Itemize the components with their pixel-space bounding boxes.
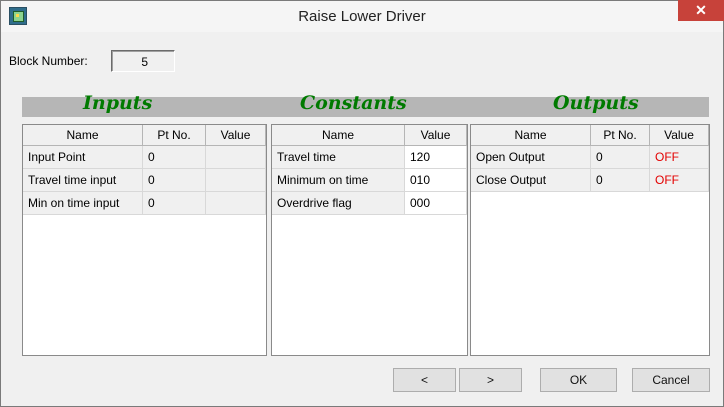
outputs-table: Name Pt No. Value Open Output 0 OFF Clos… (470, 124, 710, 356)
close-button[interactable]: ✕ (678, 0, 724, 21)
outputs-section-title: Outputs (553, 92, 639, 114)
inputs-row-pt[interactable]: 0 (143, 146, 206, 169)
outputs-row-pt[interactable]: 0 (591, 146, 650, 169)
constants-row-name: Overdrive flag (272, 192, 405, 215)
outputs-row-value: OFF (650, 169, 709, 192)
inputs-row-value (206, 169, 266, 192)
outputs-header-name[interactable]: Name (471, 125, 591, 146)
inputs-row-name[interactable]: Min on time input (23, 192, 143, 215)
title-bar[interactable]: Raise Lower Driver ✕ (1, 0, 724, 32)
inputs-section-title: Inputs (83, 92, 153, 114)
outputs-header-ptno[interactable]: Pt No. (591, 125, 650, 146)
inputs-header-name[interactable]: Name (23, 125, 143, 146)
previous-button[interactable]: < (393, 368, 456, 392)
cancel-button[interactable]: Cancel (632, 368, 710, 392)
constants-row-name: Travel time (272, 146, 405, 169)
outputs-row-name[interactable]: Close Output (471, 169, 591, 192)
constants-row-value-input[interactable]: 010 (405, 169, 467, 192)
ok-button[interactable]: OK (540, 368, 617, 392)
next-button[interactable]: > (459, 368, 522, 392)
inputs-header-value[interactable]: Value (206, 125, 266, 146)
block-number-value: 5 (141, 55, 148, 69)
inputs-row-name[interactable]: Input Point (23, 146, 143, 169)
outputs-header-value[interactable]: Value (650, 125, 709, 146)
constants-section-title: Constants (300, 92, 407, 114)
outputs-row-name[interactable]: Open Output (471, 146, 591, 169)
outputs-row-pt[interactable]: 0 (591, 169, 650, 192)
outputs-row-value: OFF (650, 146, 709, 169)
constants-row-value-input[interactable]: 120 (405, 146, 467, 169)
window-title: Raise Lower Driver (298, 8, 426, 25)
inputs-table: Name Pt No. Value Input Point 0 Travel t… (22, 124, 267, 356)
inputs-row-value (206, 146, 266, 169)
block-number-field: 5 (111, 50, 175, 72)
constants-table: Name Value Travel time 120 Minimum on ti… (271, 124, 468, 356)
dialog-window: Raise Lower Driver ✕ Block Number: 5 Inp… (0, 0, 724, 407)
constants-row-value-input[interactable]: 000 (405, 192, 467, 215)
inputs-row-name[interactable]: Travel time input (23, 169, 143, 192)
section-header-band: Inputs Constants Outputs (22, 92, 709, 117)
inputs-row-pt[interactable]: 0 (143, 169, 206, 192)
constants-row-name: Minimum on time (272, 169, 405, 192)
inputs-row-pt[interactable]: 0 (143, 192, 206, 215)
constants-header-name[interactable]: Name (272, 125, 405, 146)
inputs-header-ptno[interactable]: Pt No. (143, 125, 206, 146)
constants-header-value[interactable]: Value (405, 125, 467, 146)
block-number-label: Block Number: (9, 54, 88, 68)
inputs-row-value (206, 192, 266, 215)
